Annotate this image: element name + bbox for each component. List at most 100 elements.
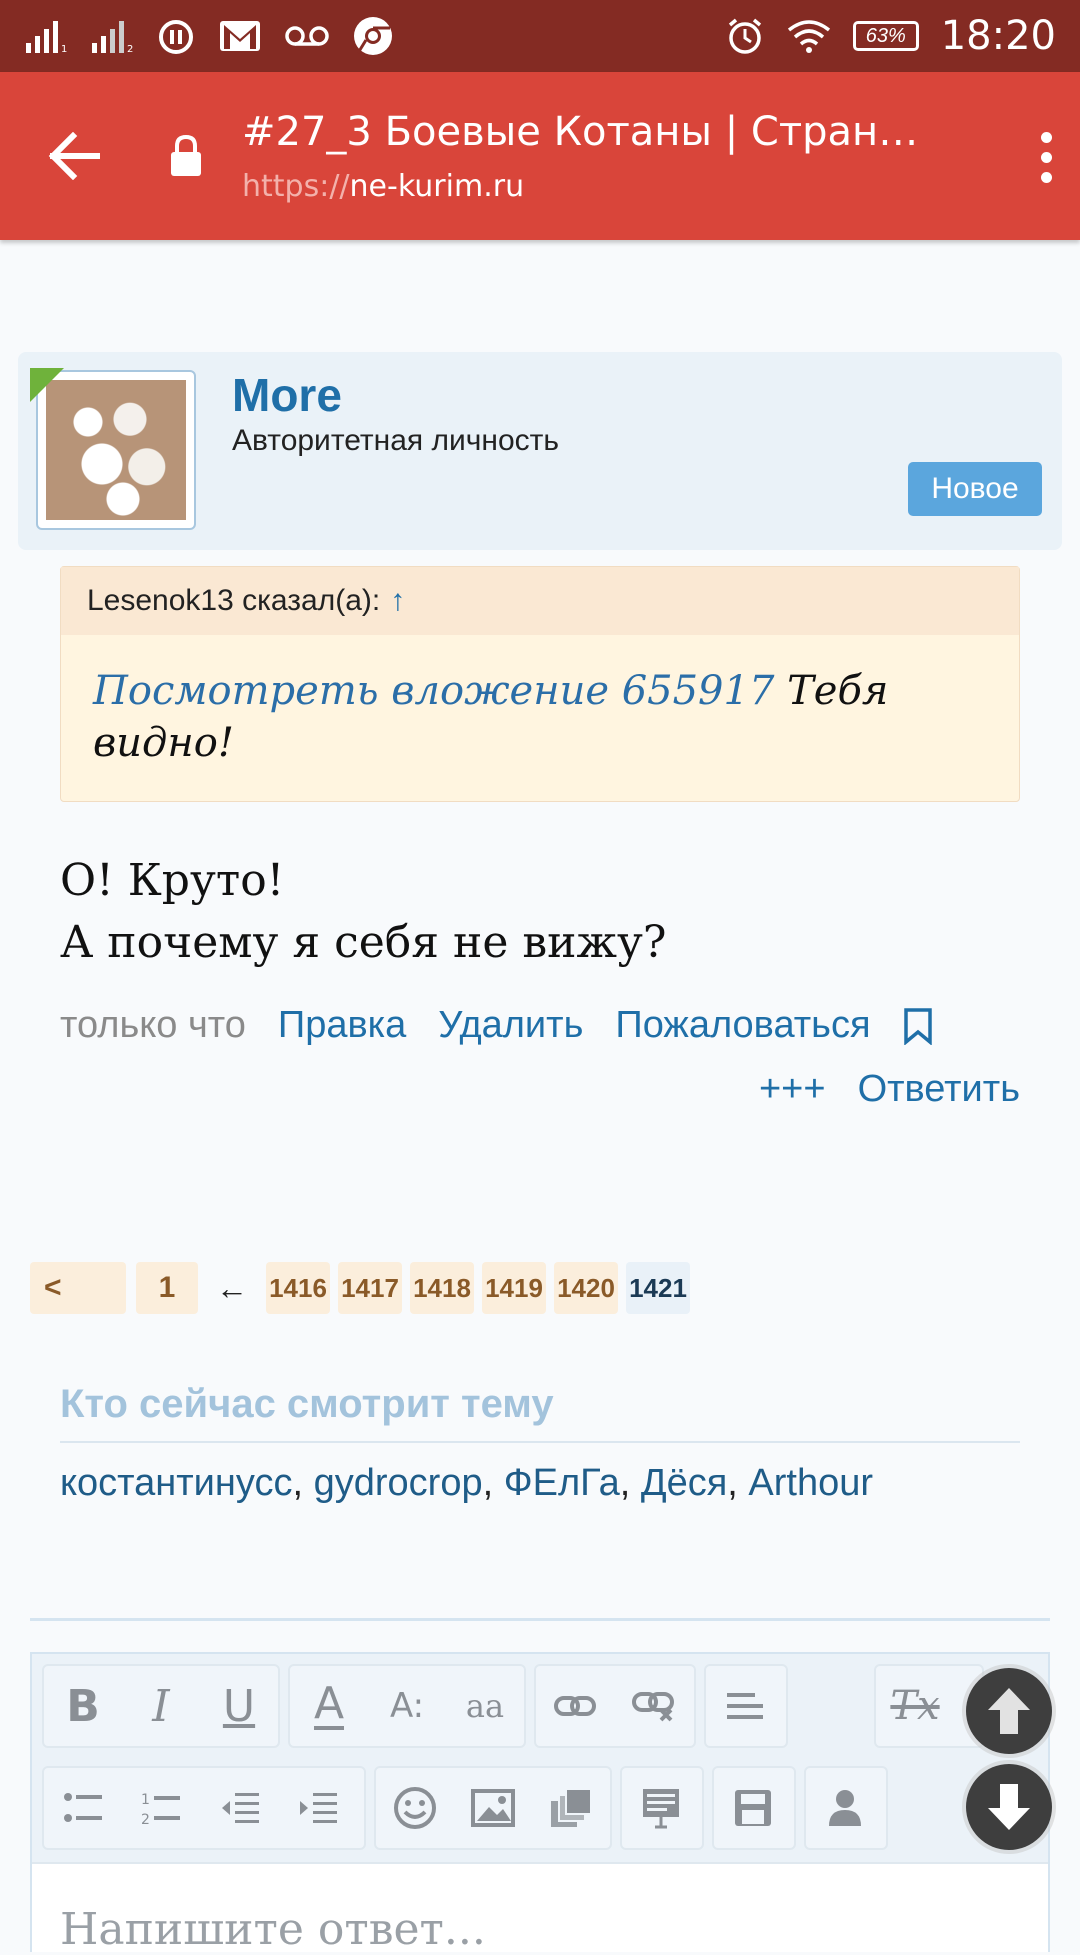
media-button[interactable] bbox=[532, 1768, 610, 1848]
viewer-separator: , bbox=[482, 1462, 504, 1504]
reply-editor: B I U A A: aa Tx 12 Напишите ответ... bbox=[30, 1652, 1050, 1955]
toolbar-group-insert bbox=[620, 1766, 704, 1850]
mention-user-button[interactable] bbox=[806, 1768, 884, 1848]
page-skip-arrow[interactable]: ← bbox=[206, 1270, 258, 1307]
save-draft-button[interactable] bbox=[714, 1768, 792, 1848]
unlink-icon bbox=[632, 1692, 674, 1722]
save-icon bbox=[735, 1790, 771, 1826]
avatar-image bbox=[46, 380, 186, 520]
viewer-link[interactable]: Arthour bbox=[748, 1462, 873, 1504]
toolbar-group-media bbox=[374, 1766, 612, 1850]
italic-button[interactable]: I bbox=[122, 1666, 200, 1746]
page-link[interactable]: 1418 bbox=[410, 1262, 474, 1314]
page-link[interactable]: 1420 bbox=[554, 1262, 618, 1314]
clock: 18:20 bbox=[940, 13, 1056, 59]
plus-link[interactable]: +++ bbox=[759, 1068, 826, 1111]
scroll-down-button[interactable] bbox=[966, 1764, 1052, 1850]
underline-icon: U bbox=[222, 1680, 256, 1732]
battery-level: 63% bbox=[865, 24, 906, 47]
bullet-list-button[interactable] bbox=[44, 1768, 122, 1848]
address-bar[interactable]: #27_3 Боевые Котаны | Страниц… https://n… bbox=[242, 109, 962, 204]
back-arrow-icon bbox=[48, 132, 100, 180]
indent-icon bbox=[300, 1793, 337, 1823]
toolbar-group-save bbox=[712, 1766, 796, 1850]
toolbar-group-user bbox=[804, 1766, 888, 1850]
font-size-button[interactable]: A: bbox=[368, 1666, 446, 1746]
quote-jump-link[interactable]: ↑ bbox=[390, 584, 405, 618]
user-icon bbox=[829, 1790, 861, 1826]
svg-text:2: 2 bbox=[127, 44, 133, 53]
indent-button[interactable] bbox=[278, 1768, 356, 1848]
back-button[interactable] bbox=[0, 72, 148, 240]
reply-textarea[interactable]: Напишите ответ... bbox=[32, 1862, 1048, 1955]
overflow-menu-icon[interactable] bbox=[1041, 132, 1052, 183]
viewer-link[interactable]: ФЕлГа bbox=[504, 1462, 620, 1504]
url-host: ne-kurim.ru bbox=[349, 168, 525, 204]
bold-icon: B bbox=[66, 1680, 100, 1732]
battery-icon: 63% bbox=[852, 21, 919, 51]
page-link[interactable]: 1419 bbox=[482, 1262, 546, 1314]
message-line: А почему я себя не вижу? bbox=[60, 917, 667, 968]
viewer-link[interactable]: костантинусс bbox=[60, 1462, 292, 1504]
reply-link[interactable]: Ответить bbox=[858, 1068, 1020, 1111]
font-color-button[interactable]: A bbox=[290, 1666, 368, 1746]
alarm-icon bbox=[156, 16, 196, 56]
outdent-button[interactable] bbox=[200, 1768, 278, 1848]
chrome-icon bbox=[352, 15, 394, 57]
attachment-link[interactable]: Посмотреть вложение 655917 bbox=[93, 668, 774, 714]
edit-link[interactable]: Правка bbox=[278, 1004, 406, 1047]
lock-icon[interactable] bbox=[160, 134, 212, 178]
page-current: 1421 bbox=[626, 1262, 690, 1314]
report-link[interactable]: Пожаловаться bbox=[615, 1004, 870, 1047]
page-link[interactable]: 1416 bbox=[266, 1262, 330, 1314]
alarm-icon bbox=[725, 16, 765, 56]
page-link[interactable]: 1417 bbox=[338, 1262, 402, 1314]
status-bar: 1 2 63% 18:20 bbox=[0, 0, 1080, 72]
font-size-icon: A: bbox=[389, 1686, 425, 1726]
bookmark-icon[interactable] bbox=[903, 1007, 933, 1045]
online-indicator bbox=[30, 368, 64, 402]
insert-link-button[interactable] bbox=[536, 1666, 614, 1746]
page-title: #27_3 Боевые Котаны | Страниц… bbox=[242, 108, 922, 155]
page-url: https://ne-kurim.ru bbox=[242, 169, 962, 204]
browser-toolbar: #27_3 Боевые Котаны | Страниц… https://n… bbox=[0, 72, 1080, 240]
viewer-link[interactable]: Дёся bbox=[641, 1462, 727, 1504]
toolbar-group-lists: 12 bbox=[42, 1766, 366, 1850]
toolbar-group-links bbox=[534, 1664, 696, 1748]
link-icon bbox=[554, 1696, 596, 1716]
url-scheme: https:// bbox=[242, 168, 350, 204]
svg-text:2: 2 bbox=[141, 1812, 150, 1826]
page-first[interactable]: 1 bbox=[136, 1262, 198, 1314]
emoji-button[interactable] bbox=[376, 1768, 454, 1848]
arrow-up-icon bbox=[988, 1688, 1030, 1734]
delete-link[interactable]: Удалить bbox=[438, 1004, 583, 1047]
image-icon bbox=[471, 1789, 515, 1827]
signal-icon: 2 bbox=[90, 19, 134, 53]
quote-body: Посмотреть вложение 655917 Тебя видно! bbox=[61, 635, 1019, 799]
scroll-up-button[interactable] bbox=[966, 1668, 1052, 1754]
font-color-icon: A bbox=[313, 1678, 345, 1730]
bold-button[interactable]: B bbox=[44, 1666, 122, 1746]
prev-page-button[interactable]: < bbox=[30, 1262, 126, 1314]
align-button[interactable] bbox=[706, 1666, 784, 1746]
font-family-button[interactable]: aa bbox=[446, 1666, 524, 1746]
viewer-link[interactable]: gydrocrop bbox=[314, 1462, 483, 1504]
divider bbox=[30, 1618, 1050, 1621]
outdent-icon bbox=[222, 1793, 259, 1823]
numbered-list-button[interactable]: 12 bbox=[122, 1768, 200, 1848]
post-actions: только что Правка Удалить Пожаловаться bbox=[60, 1004, 1020, 1047]
signal-icon: 1 bbox=[24, 19, 68, 53]
insert-template-button[interactable] bbox=[622, 1768, 700, 1848]
clear-format-button[interactable]: Tx bbox=[876, 1666, 954, 1746]
italic-icon: I bbox=[152, 1680, 170, 1732]
post-header: More Авторитетная личность Новое bbox=[18, 352, 1062, 550]
user-rank: Авторитетная личность bbox=[232, 424, 559, 457]
underline-button[interactable]: U bbox=[200, 1666, 278, 1746]
arrow-down-icon bbox=[988, 1784, 1030, 1830]
post-message: О! Круто! А почему я себя не вижу? bbox=[60, 850, 666, 974]
insert-image-button[interactable] bbox=[454, 1768, 532, 1848]
post-author[interactable]: More bbox=[232, 368, 342, 422]
post-time[interactable]: только что bbox=[60, 1004, 246, 1047]
message-line: О! Круто! bbox=[60, 855, 285, 906]
unlink-button[interactable] bbox=[614, 1666, 692, 1746]
